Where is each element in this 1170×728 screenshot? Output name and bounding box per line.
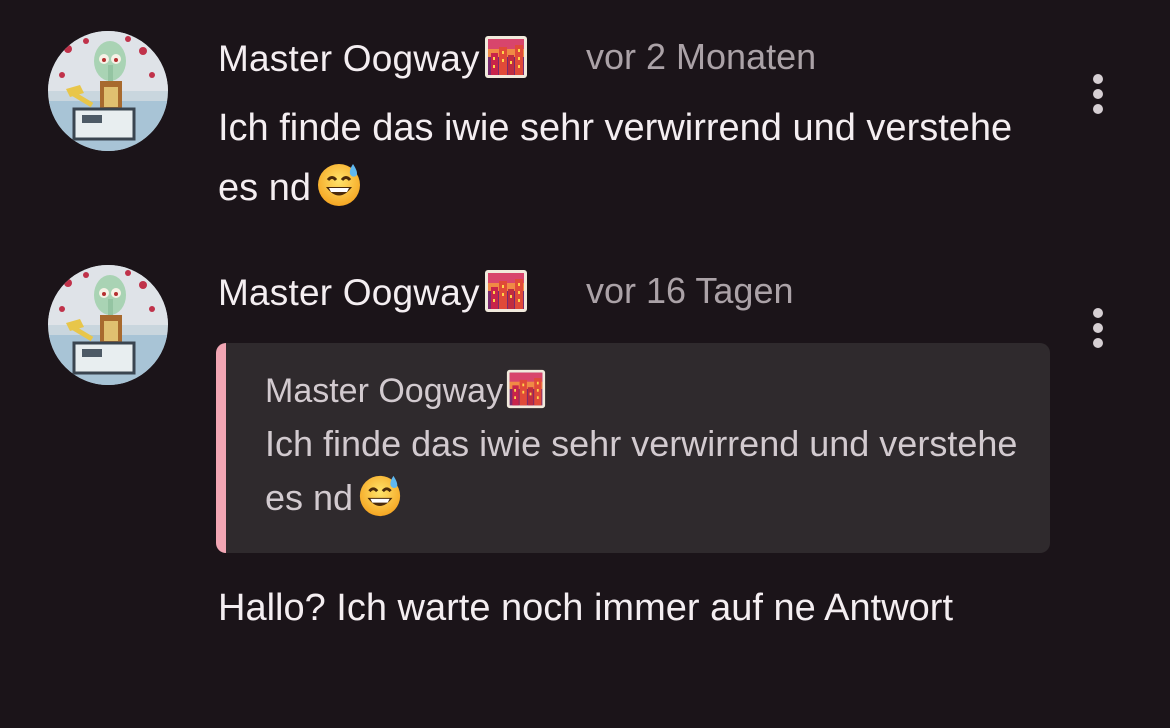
quoted-author-name: Master Oogway	[265, 372, 504, 410]
quoted-author: Master Oogway	[265, 369, 546, 419]
city-sunset-emoji-icon	[484, 35, 528, 89]
quoted-text: Ich finde das iwie sehr verwirrend und v…	[265, 417, 1025, 533]
grinning-face-with-sweat-emoji-icon	[357, 472, 403, 533]
author-name[interactable]: Master Oogway	[218, 272, 480, 313]
grinning-face-with-sweat-emoji-icon	[315, 160, 363, 226]
avatar[interactable]	[48, 265, 168, 385]
comment-timestamp: vor 16 Tagen	[586, 270, 794, 311]
comment-text: Hallo? Ich warte noch immer auf ne Antwo…	[218, 578, 1038, 638]
more-options-button[interactable]	[1083, 306, 1113, 350]
vertical-ellipsis-icon	[1093, 74, 1103, 84]
quote-accent-bar	[216, 343, 226, 553]
avatar-image	[48, 31, 168, 151]
quoted-comment[interactable]: Master Oogway Ich finde das iwie sehr ve…	[216, 343, 1050, 553]
comment-author[interactable]: Master Oogway	[218, 35, 528, 89]
comment-1: Master Oogway vor 2 Monaten Ich finde da…	[0, 0, 1170, 240]
avatar-image	[48, 265, 168, 385]
comment-text-content: Hallo? Ich warte noch immer auf ne Antwo…	[218, 587, 954, 629]
vertical-ellipsis-icon	[1093, 308, 1103, 318]
comment-author[interactable]: Master Oogway	[218, 269, 528, 323]
more-options-button[interactable]	[1083, 72, 1113, 116]
city-sunset-emoji-icon	[484, 269, 528, 323]
city-sunset-emoji-icon	[506, 369, 546, 419]
comment-timestamp: vor 2 Monaten	[586, 36, 817, 77]
author-name[interactable]: Master Oogway	[218, 38, 480, 79]
avatar[interactable]	[48, 31, 168, 151]
comment-text: Ich finde das iwie sehr verwirrend und v…	[218, 98, 1038, 226]
